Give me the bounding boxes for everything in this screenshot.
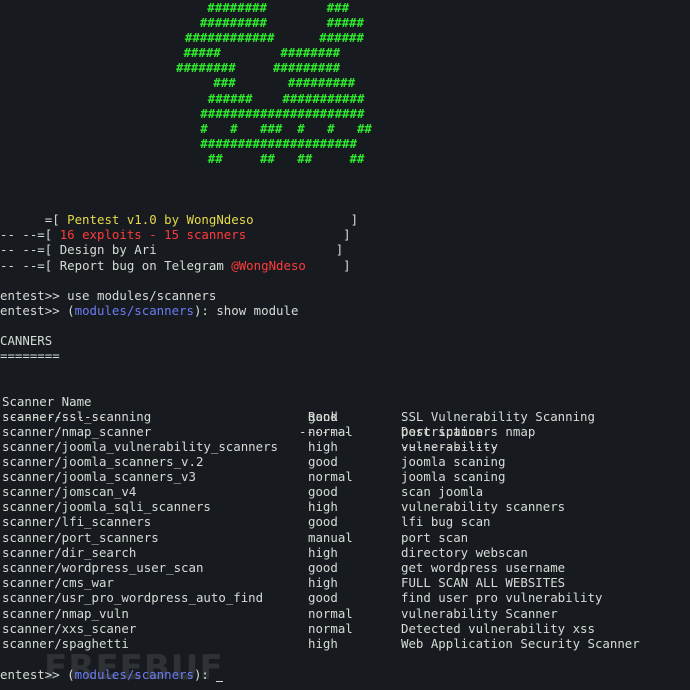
banner-report: Report bug on Telegram [59, 258, 232, 273]
ascii-line: ###################### [163, 106, 365, 121]
command-prompt[interactable]: entest>> (modules/scanners): [0, 667, 224, 682]
ascii-line: # # ### # # ## [163, 121, 372, 136]
ascii-line: ######## ### [170, 0, 350, 15]
table-row: scanner/joomla_scanners_v3 normal joomla s… [2, 469, 506, 484]
banner-design: Design by Ari [59, 242, 157, 257]
section-underline: ======== [0, 348, 60, 363]
module-path: modules/scanners [74, 667, 194, 682]
prompt: entest>> ( [0, 667, 75, 682]
terminal-window[interactable]: ######## ### ######### ##### ###########… [0, 0, 690, 690]
prompt: entest>> ( [0, 303, 75, 318]
table-row: scanner/jomscan_v4 good scan joomla [2, 484, 484, 499]
ascii-line: ## ## ## ## [163, 151, 365, 166]
banner-line-4: -- --=[ Report bug on Telegram @WongNdes… [0, 258, 351, 273]
module-path: modules/scanners [74, 303, 194, 318]
ascii-line: ######### ##### [170, 15, 364, 30]
table-row: scanner/wordpress_user_scan good get wordp… [2, 560, 566, 575]
command-line-1: entest>> use modules/scanners [0, 288, 216, 303]
table-row: scanner/cms_war high FULL SCAN ALL WEBSITE… [2, 575, 566, 590]
table-row: scanner/nmap_vuln normal vulnerability Sca… [2, 606, 558, 621]
text-cursor [216, 681, 224, 682]
table-row: scanner/joomla_sqli_scanners high vulnerab… [2, 499, 566, 514]
banner-line-3: -- --=[ Design by Ari ] [0, 242, 344, 257]
table-row: scanner/ssl_scanning good SSL Vulnerabilit… [2, 409, 595, 424]
table-header: Scanner Name Rank Description [0, 379, 690, 439]
table-header-separator: -------------- ------- ------------- [2, 409, 498, 454]
table-row: scanner/usr_pro_wordpress_auto_find good f… [2, 590, 603, 605]
table-row: scanner/xxs_scaner normal Detected vulnera… [2, 621, 595, 636]
ascii-line: ##### ######## [176, 45, 341, 60]
command-text: use modules/scanners [67, 288, 217, 303]
banner-counts: 16 exploits - 15 scanners [59, 227, 247, 242]
table-row: scanner/port_scanners manual port scan [2, 530, 469, 545]
ascii-line: ###### ########### [163, 91, 365, 106]
banner-line-1: =[ Pentest v1.0 by WongNdeso ] [0, 212, 359, 227]
table-row: scanner/joomla_scanners_v.2 good joomla sc… [2, 454, 506, 469]
ascii-line: ######## ######### [176, 60, 341, 75]
telegram-handle: @WongNdeso [231, 258, 306, 273]
prompt: entest>> [0, 288, 68, 303]
table-row: scanner/joomla_vulnerability_scanners hig… [2, 439, 498, 454]
command-line-2: entest>> (modules/scanners): show module [0, 303, 298, 318]
table-row: scanner/dir_search high directory webscan [2, 545, 528, 560]
ascii-line: ##################### [163, 136, 357, 151]
banner-title: Pentest v1.0 by WongNdeso [67, 212, 254, 227]
table-row: scanner/lfi_scanners good lfi bug scan [2, 514, 491, 529]
command-text: ): show module [193, 303, 299, 318]
banner-line-2: -- --=[ 16 exploits - 15 scanners ] [0, 227, 351, 242]
section-title: CANNERS [0, 333, 53, 348]
ascii-line: ############ ###### [170, 30, 364, 45]
table-row: scanner/nmap_scanner normal port scanners … [2, 424, 536, 439]
ascii-line: ### ######### [176, 75, 356, 90]
